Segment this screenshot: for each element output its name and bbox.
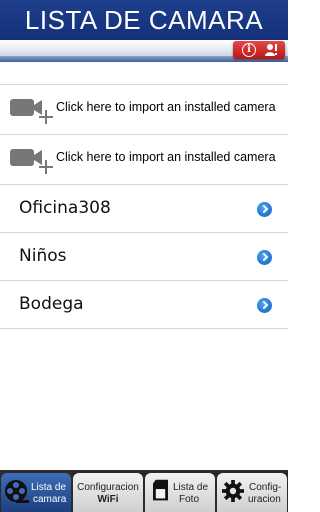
chevron-right-icon[interactable] (257, 298, 272, 313)
tab-label-line2: WiFi (97, 494, 119, 505)
film-reel-icon (5, 480, 29, 503)
camera-name: Oficina308 (19, 198, 111, 218)
info-icon: i (242, 43, 256, 57)
camera-name: Bodega (19, 294, 84, 314)
import-camera-label: Click here to import an installed camera (56, 100, 276, 114)
user-alert-icon (265, 44, 277, 56)
tab-label-line2: uracion (248, 494, 281, 505)
camera-list: Click here to import an installed camera… (0, 84, 288, 329)
camera-add-icon (10, 99, 53, 124)
tab-label-line1: Lista de (31, 482, 67, 493)
tab-bar: Lista de camara Configuracion WiFi Lista… (0, 470, 288, 512)
chevron-right-icon[interactable] (257, 250, 272, 265)
camera-name: Niños (19, 246, 67, 266)
tab-wifi-config[interactable]: Configuracion WiFi (73, 473, 143, 512)
tab-camera-list[interactable]: Lista de camara (1, 473, 71, 512)
tab-label-line1: Configuracion (77, 482, 139, 493)
camera-item-bodega[interactable]: Bodega (0, 280, 288, 328)
toolbar-strip: i (0, 40, 288, 62)
list-divider (0, 328, 288, 329)
tab-settings[interactable]: Config- uracion (217, 473, 287, 512)
chevron-right-icon[interactable] (257, 202, 272, 217)
camera-add-icon (10, 149, 53, 174)
gear-icon (222, 480, 244, 502)
import-camera-row[interactable]: Click here to import an installed camera (0, 84, 288, 134)
camera-item-ninos[interactable]: Niños (0, 232, 288, 280)
tab-label-line1: Lista de (173, 482, 209, 493)
tab-photo-list[interactable]: Lista de Foto (145, 473, 215, 512)
tab-label-line1: Config- (249, 482, 282, 493)
app-root: LISTA DE CAMARA i Click here to import a… (0, 0, 288, 512)
header-bar: LISTA DE CAMARA (0, 0, 288, 40)
sd-card-icon (153, 479, 168, 501)
tab-label-line2: camara (33, 494, 67, 505)
import-camera-label: Click here to import an installed camera (56, 150, 276, 164)
camera-item-oficina308[interactable]: Oficina308 (0, 184, 288, 232)
alert-button[interactable]: i (233, 41, 285, 59)
page-title: LISTA DE CAMARA (24, 5, 264, 35)
import-camera-row[interactable]: Click here to import an installed camera (0, 134, 288, 184)
tab-label-line2: Foto (179, 494, 200, 505)
